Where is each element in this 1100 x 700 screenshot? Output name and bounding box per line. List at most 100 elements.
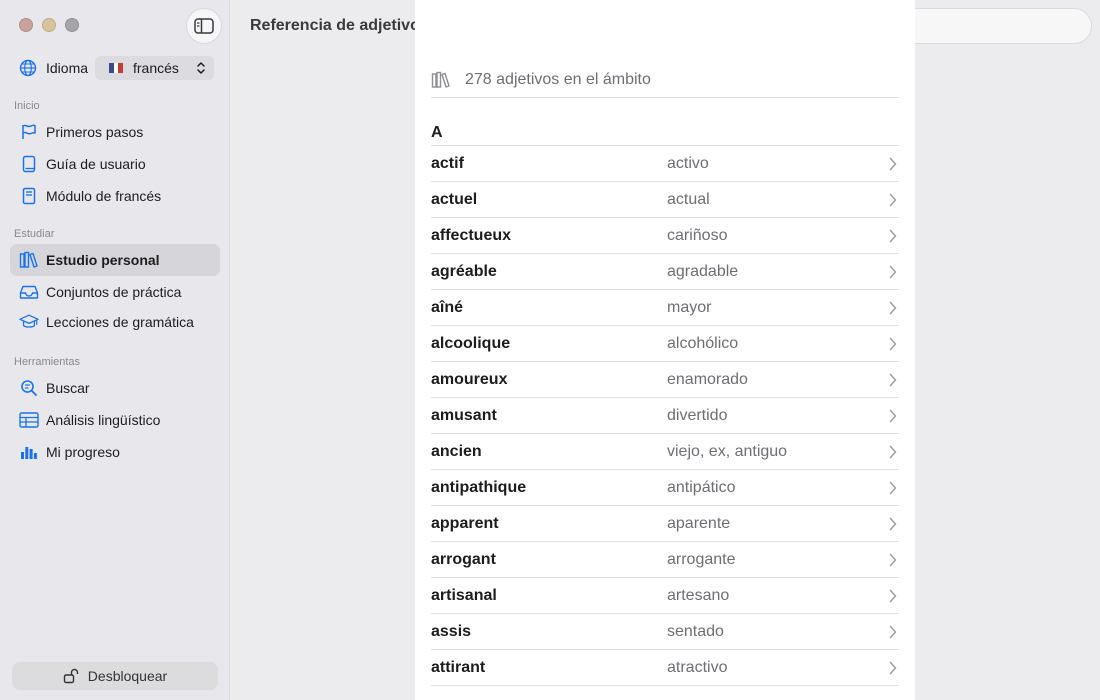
list-item[interactable]: actuel actual [431, 182, 899, 218]
sidebar-item-mi-progreso[interactable]: Mi progreso [10, 436, 220, 468]
sidebar-item-estudio-personal[interactable]: Estudio personal [10, 244, 220, 276]
chevron-right-icon [889, 337, 897, 351]
language-row: Idioma francés [19, 56, 214, 80]
chevron-right-icon [889, 265, 897, 279]
books-icon [431, 71, 451, 89]
sidebar-item-label: Análisis lingüístico [46, 412, 161, 428]
spanish-translation: artesano [667, 586, 730, 604]
sidebar-item-label: Estudio personal [46, 252, 160, 268]
list-item[interactable]: ancien viejo, ex, antiguo [431, 434, 899, 470]
chevron-right-icon [889, 409, 897, 423]
language-label: Idioma [46, 60, 89, 76]
page-title: Referencia de adjetivos [250, 17, 429, 34]
list-item[interactable]: attirant atractivo [431, 650, 899, 686]
table-icon [19, 410, 39, 430]
unlock-button[interactable]: Desbloquear [12, 662, 218, 690]
list-item[interactable]: assis sentado [431, 614, 899, 650]
chevron-right-icon [889, 157, 897, 171]
adjective-count: 278 adjetivos en el ámbito [465, 70, 651, 88]
list-item[interactable]: affectueux cariñoso [431, 218, 899, 254]
section-letter-header: A [431, 118, 899, 146]
list-item[interactable]: agréable agradable [431, 254, 899, 290]
section-label-inicio: Inicio [14, 100, 40, 112]
list-item[interactable]: actif activo [431, 146, 899, 182]
sidebar-item-buscar[interactable]: Buscar [10, 372, 220, 404]
chevron-right-icon [889, 445, 897, 459]
adjectives-panel: 278 adjetivos en el ámbito A actif activo… [415, 0, 915, 700]
spanish-translation: cariñoso [667, 226, 728, 244]
chevron-right-icon [889, 481, 897, 495]
chevron-right-icon [889, 553, 897, 567]
spanish-translation: atractivo [667, 658, 728, 676]
french-adjective: attirant [431, 658, 486, 676]
sidebar-icon [194, 18, 214, 34]
language-value: francés [133, 60, 179, 76]
spanish-translation: arrogante [667, 550, 736, 568]
chevron-right-icon [889, 625, 897, 639]
french-adjective: amusant [431, 406, 497, 424]
french-adjective: alcoolique [431, 334, 511, 352]
sidebar-item-analisis-linguistico[interactable]: Análisis lingüístico [10, 404, 220, 436]
french-adjective: actif [431, 154, 464, 172]
book-icon [19, 154, 39, 174]
list-item[interactable]: arrogant arrogante [431, 542, 899, 578]
graduation-cap-icon [19, 312, 39, 332]
spanish-translation: antipático [667, 478, 736, 496]
section-label-herramientas: Herramientas [14, 356, 81, 368]
sidebar-item-label: Mi progreso [46, 444, 120, 460]
sidebar-item-modulo-de-frances[interactable]: Módulo de francés [10, 180, 220, 212]
french-adjective: actuel [431, 190, 478, 208]
french-adjective: antipathique [431, 478, 527, 496]
close-window-button[interactable] [19, 18, 33, 32]
sidebar-item-primeros-pasos[interactable]: Primeros pasos [10, 116, 220, 148]
french-adjective: agréable [431, 262, 497, 280]
globe-icon [19, 59, 37, 77]
sidebar-item-label: Conjuntos de práctica [46, 284, 182, 300]
chevron-right-icon [889, 517, 897, 531]
french-adjective: artisanal [431, 586, 497, 604]
spanish-translation: alcohólico [667, 334, 739, 352]
spanish-translation: divertido [667, 406, 728, 424]
flag-icon [19, 122, 39, 142]
list-item[interactable]: artisanal artesano [431, 578, 899, 614]
tray-icon [19, 282, 39, 302]
books-icon [19, 250, 39, 270]
list-item[interactable]: antipathique antipático [431, 470, 899, 506]
adjective-list: actif activo actuel actual affectueux cariños… [431, 146, 899, 686]
window-controls [19, 18, 79, 32]
french-flag-icon [109, 63, 124, 73]
spanish-translation: activo [667, 154, 709, 172]
book-closed-icon [19, 186, 39, 206]
french-adjective: arrogant [431, 550, 496, 568]
maximize-window-button[interactable] [65, 18, 79, 32]
unlock-label: Desbloquear [87, 668, 168, 684]
chevron-right-icon [889, 229, 897, 243]
list-item[interactable]: apparent aparente [431, 506, 899, 542]
chevron-right-icon [889, 373, 897, 387]
sidebar-item-guia-de-usuario[interactable]: Guía de usuario [10, 148, 220, 180]
french-adjective: assis [431, 622, 472, 640]
sidebar-item-conjuntos-de-practica[interactable]: Conjuntos de práctica [10, 276, 220, 308]
unlocked-padlock-icon [63, 668, 79, 684]
sidebar-item-label: Módulo de francés [46, 188, 162, 204]
sidebar-toggle-button[interactable] [186, 8, 222, 44]
sidebar-item-label: Guía de usuario [46, 156, 146, 172]
minimize-window-button[interactable] [42, 18, 56, 32]
sidebar-item-lecciones-de-gramatica[interactable]: Lecciones de gramática [10, 306, 220, 338]
language-select[interactable]: francés [95, 56, 214, 80]
up-down-chevron-icon [197, 62, 205, 74]
sidebar-item-label: Primeros pasos [46, 124, 144, 140]
section-label-estudiar: Estudiar [14, 228, 55, 240]
list-item[interactable]: aîné mayor [431, 290, 899, 326]
spanish-translation: mayor [667, 298, 712, 316]
list-item[interactable]: amoureux enamorado [431, 362, 899, 398]
french-adjective: ancien [431, 442, 482, 460]
list-item[interactable]: amusant divertido [431, 398, 899, 434]
chevron-right-icon [889, 193, 897, 207]
magnifier-icon [19, 378, 39, 398]
french-adjective: affectueux [431, 226, 512, 244]
french-adjective: apparent [431, 514, 499, 532]
list-item[interactable]: alcoolique alcohólico [431, 326, 899, 362]
french-adjective: amoureux [431, 370, 508, 388]
sidebar-item-label: Lecciones de gramática [46, 314, 194, 330]
